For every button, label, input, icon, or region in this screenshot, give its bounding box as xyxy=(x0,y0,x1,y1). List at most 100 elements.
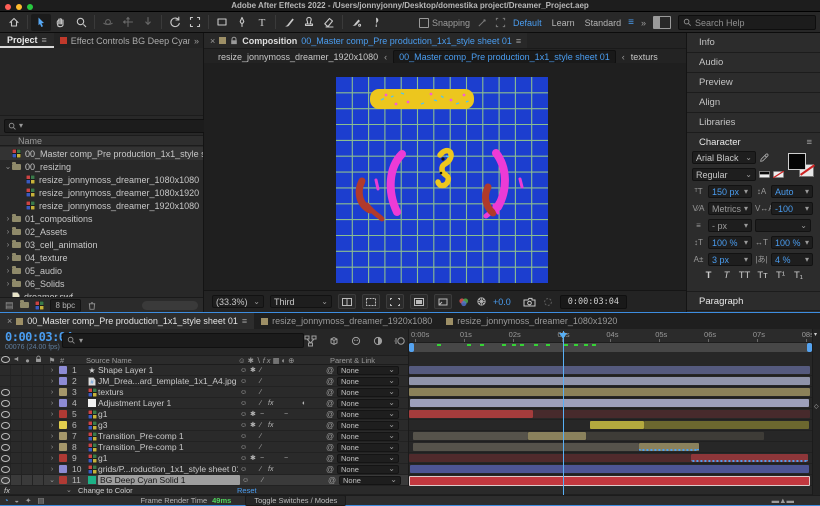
switch-fx-icon[interactable]: fx xyxy=(268,398,273,409)
audio-toggle[interactable] xyxy=(11,475,22,485)
project-item-row[interactable]: dreamer.swf xyxy=(0,290,203,297)
layer-name[interactable]: JM_Drea...ard_template_1x1_A4.jpg xyxy=(98,376,238,386)
fill-swatch[interactable] xyxy=(788,153,806,170)
time-ruler[interactable]: 0:00s01s02s03s04s05s06s07s08s xyxy=(409,329,814,343)
audio-toggle[interactable] xyxy=(11,464,22,474)
parent-select[interactable]: None ⌄ xyxy=(337,431,399,441)
layer-row[interactable]: › 1 ★ Shape Layer 1 ☺ ✱ ∕ @ None ⌄ xyxy=(0,365,408,376)
selection-tool[interactable] xyxy=(31,13,51,31)
parent-select[interactable]: None ⌄ xyxy=(337,420,399,430)
parent-pick-whip-icon[interactable]: @ xyxy=(323,454,337,463)
show-mask-edges-icon[interactable] xyxy=(362,294,380,309)
parent-pick-whip-icon[interactable]: @ xyxy=(323,432,337,441)
layer-row[interactable]: › 9 g1 ☺ ✱ − − @ None ⌄ xyxy=(0,453,408,464)
switch-dash2-icon[interactable]: − xyxy=(284,453,288,464)
leading-select[interactable]: Auto ▾ xyxy=(771,185,813,198)
layer-bar-row[interactable] xyxy=(409,453,812,464)
layer-name[interactable]: Transition_Pre-comp 1 xyxy=(98,442,238,452)
layer-switches[interactable]: ☺ ✱ ∕ xyxy=(238,365,323,375)
switch-shy-icon[interactable]: ☺ xyxy=(240,442,247,453)
frame-blending-icon[interactable] xyxy=(372,335,384,347)
workspace-menu-icon[interactable]: ≡ xyxy=(628,17,634,28)
panel-paragraph-header[interactable]: Paragraph xyxy=(687,292,820,311)
solo-toggle[interactable] xyxy=(22,376,33,386)
folder-expand-icon[interactable]: › xyxy=(4,253,12,262)
tab-project[interactable]: Project ≡ xyxy=(0,33,54,48)
snapshot-camera-icon[interactable] xyxy=(523,297,536,307)
panel-preview-header[interactable]: Preview xyxy=(687,73,820,93)
delete-item-icon[interactable] xyxy=(87,300,97,311)
switch-shy-icon[interactable]: ☺ xyxy=(240,431,247,442)
faux-style-button-1[interactable]: T xyxy=(719,270,734,281)
switch-slash-icon[interactable]: ∕ xyxy=(260,376,261,387)
video-toggle[interactable] xyxy=(0,365,11,375)
pan-camera-tool[interactable] xyxy=(118,14,138,31)
composition-panel-menu-icon[interactable]: ≡ xyxy=(516,36,521,46)
layer-switches[interactable]: ☺ ∕ xyxy=(238,376,323,386)
folder-expand-icon[interactable]: ⌄ xyxy=(4,162,12,171)
solo-toggle[interactable] xyxy=(22,464,33,474)
layer-expand-icon[interactable]: › xyxy=(47,400,57,407)
parent-pick-whip-icon[interactable]: @ xyxy=(323,377,337,386)
fill-over-stroke-icon[interactable] xyxy=(759,171,770,178)
lock-toggle[interactable] xyxy=(33,464,44,474)
layer-duration-bar[interactable] xyxy=(638,443,700,451)
snap-box-icon[interactable] xyxy=(495,17,506,28)
no-stroke-icon[interactable] xyxy=(773,171,784,178)
font-size-select[interactable]: 150 px ▾ xyxy=(708,185,752,198)
layer-expand-icon[interactable]: › xyxy=(47,389,57,396)
home-tool[interactable] xyxy=(4,14,24,31)
layer-bar-row[interactable] xyxy=(409,409,812,420)
solo-toggle[interactable] xyxy=(22,387,33,397)
layer-row[interactable]: › 4 Adjustment Layer 1 ☺ ∕ fx ◐ @ None ⌄ xyxy=(0,398,408,409)
solo-toggle[interactable] xyxy=(22,475,33,485)
video-toggle[interactable] xyxy=(0,420,11,430)
transparency-grid-icon[interactable] xyxy=(410,294,428,309)
parent-pick-whip-icon[interactable]: @ xyxy=(323,366,337,375)
project-bpc-button[interactable]: 8 bpc xyxy=(49,298,82,312)
layer-label-color[interactable] xyxy=(59,410,67,418)
tab-menu-icon[interactable]: ≡ xyxy=(242,316,247,326)
snapping-toggle[interactable]: Snapping xyxy=(419,17,470,28)
parent-select[interactable]: None ⌄ xyxy=(337,398,399,408)
puppet-pin-tool[interactable] xyxy=(366,14,386,31)
switch-collapse-icon[interactable]: ✱ xyxy=(250,420,256,431)
layer-label-color[interactable] xyxy=(59,465,67,473)
close-tab-icon[interactable]: × xyxy=(210,36,215,46)
layer-label-color[interactable] xyxy=(59,377,67,385)
layer-expand-icon[interactable]: ⌄ xyxy=(47,476,57,484)
parent-select[interactable]: None ⌄ xyxy=(337,464,399,474)
layer-switches[interactable]: ☺ ∕ xyxy=(238,431,323,441)
layer-name[interactable]: g1 xyxy=(98,409,238,419)
parent-pick-whip-icon[interactable]: @ xyxy=(323,465,337,474)
audio-toggle[interactable] xyxy=(11,376,22,386)
switch-shy-icon[interactable]: ☺ xyxy=(240,420,247,431)
close-tab-icon[interactable]: × xyxy=(7,316,12,326)
layer-name[interactable]: BG Deep Cyan Solid 1 xyxy=(98,475,240,485)
layer-switches[interactable]: ☺ ✱ − − xyxy=(238,453,323,463)
resolution-select[interactable]: Third ⌄ xyxy=(270,295,332,308)
workspace-default[interactable]: Default xyxy=(513,18,542,28)
layer-switches[interactable]: ☺ ∕ fx xyxy=(238,464,323,474)
layer-duration-bar[interactable] xyxy=(586,432,764,440)
layer-duration-bar[interactable] xyxy=(409,410,534,418)
playhead-line[interactable] xyxy=(563,331,565,495)
interpret-footage-icon[interactable]: ▤ xyxy=(5,300,14,311)
layer-name[interactable]: grids/P...roduction_1x1_style sheet 01 xyxy=(98,464,238,474)
lock-toggle[interactable] xyxy=(33,365,44,375)
lock-toggle[interactable] xyxy=(33,431,44,441)
layer-row[interactable]: › 8 Transition_Pre-comp 1 ☺ ∕ @ None ⌄ xyxy=(0,442,408,453)
lock-toggle[interactable] xyxy=(33,398,44,408)
layer-expand-icon[interactable]: › xyxy=(47,422,57,429)
font-style-select[interactable]: Regular ⌄ xyxy=(692,168,756,181)
layer-duration-bar[interactable] xyxy=(643,421,810,429)
layer-expand-icon[interactable]: › xyxy=(47,367,57,374)
pen-tool[interactable] xyxy=(232,14,252,31)
layer-label-color[interactable] xyxy=(59,476,67,484)
solo-toggle[interactable] xyxy=(22,409,33,419)
switch-shy-icon[interactable]: ☺ xyxy=(240,453,247,464)
stroke-width-select[interactable]: - px ▾ xyxy=(708,219,752,232)
project-thumb-slider[interactable] xyxy=(142,300,198,310)
switch-shy-icon[interactable]: ☺ xyxy=(240,409,247,420)
solo-toggle[interactable] xyxy=(22,365,33,375)
